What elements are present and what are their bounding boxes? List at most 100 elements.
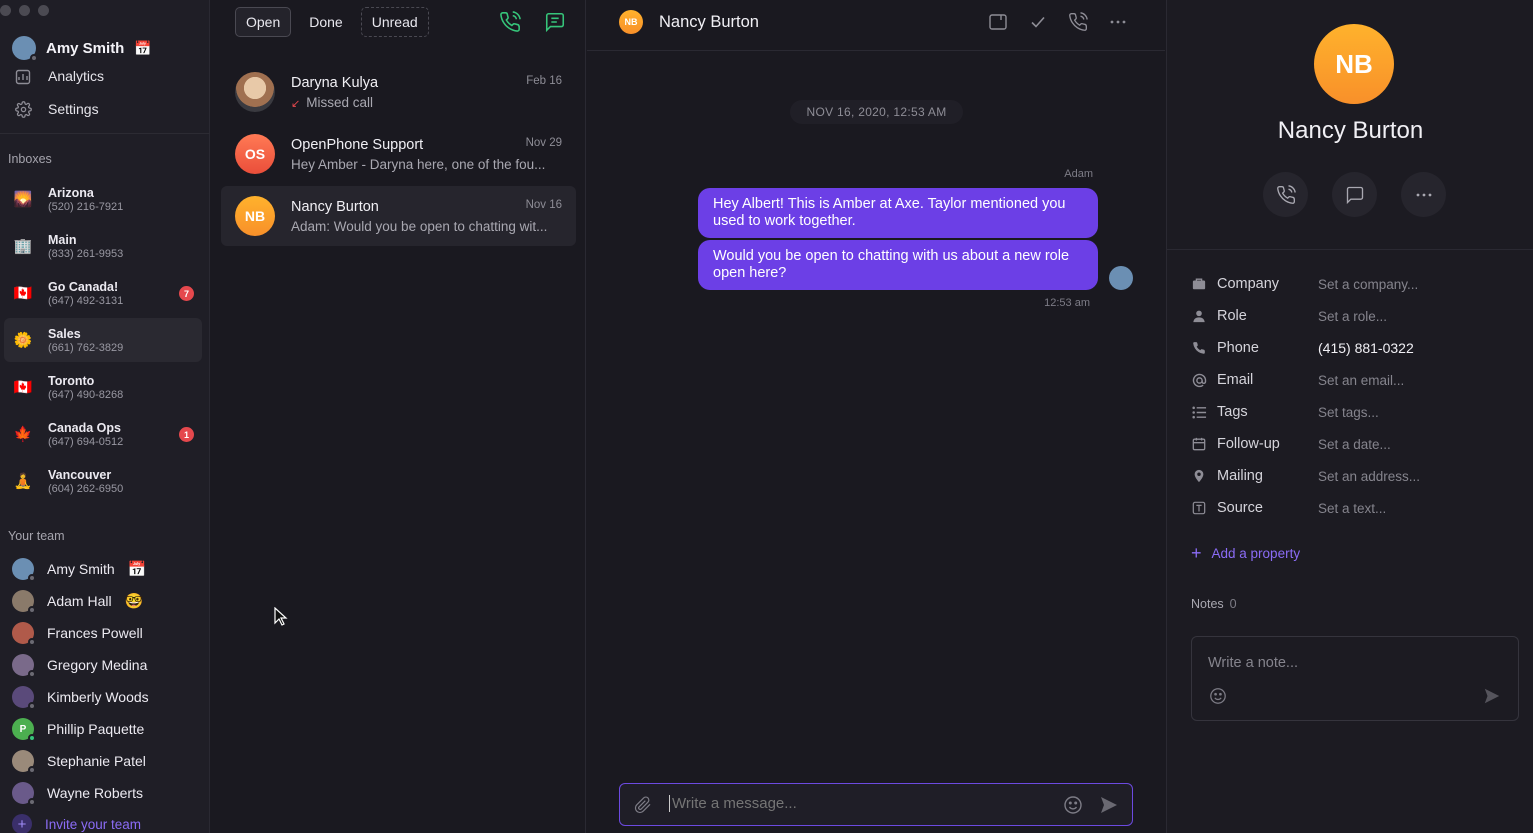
contact-property-row[interactable]: Phone (415) 881-0322 [1191,340,1414,356]
conversation-text: Daryna Kulya ↙ Missed call [291,75,556,110]
add-property-button[interactable]: + Add a property [1191,543,1300,564]
more-options-icon[interactable] [1108,12,1128,32]
briefcase-icon [1191,276,1207,292]
tab-done[interactable]: Done [299,7,352,37]
contact-call-button[interactable] [1263,172,1308,217]
inbox-item[interactable]: 🇨🇦 Go Canada! (647) 492-3131 7 [4,271,202,315]
status-indicator [28,638,36,646]
inbox-name: Sales [48,326,81,341]
contact-property-row[interactable]: Follow-up Set a date... [1191,436,1391,452]
zoom-window-button[interactable] [38,5,49,16]
team-member[interactable]: Amy Smith 📅 [12,558,146,582]
conversation-item[interactable]: OS OpenPhone Support Hey Amber - Daryna he… [221,124,576,184]
nav-settings[interactable]: Settings [14,100,99,118]
inbox-item[interactable]: 🏢 Main (833) 261-9953 [4,224,202,268]
property-label: Role [1217,308,1247,324]
contact-message-button[interactable] [1332,172,1377,217]
minimize-window-button[interactable] [19,5,30,16]
property-value[interactable]: Set tags... [1318,405,1379,420]
nav-analytics[interactable]: Analytics [14,68,104,86]
tab-open[interactable]: Open [235,7,292,37]
nav-settings-label: Settings [48,101,99,117]
team-member-name: Stephanie Patel [47,753,146,769]
inbox-item[interactable]: 🌼 Sales (661) 762-3829 [4,318,202,362]
contact-property-row[interactable]: Role Set a role... [1191,308,1387,324]
property-value[interactable]: Set an email... [1318,373,1404,388]
call-icon[interactable] [1068,12,1088,32]
chart-icon [14,68,32,86]
contact-property-row[interactable]: Company Set a company... [1191,276,1418,292]
team-heading: Your team [8,529,65,543]
property-value[interactable]: (415) 881-0322 [1318,340,1414,356]
team-member[interactable]: Adam Hall 🤓 [12,590,143,614]
attachment-icon[interactable] [634,795,654,815]
conversation-date: Nov 16 [525,199,562,211]
avatar [12,750,36,774]
contact-property-row[interactable]: Tags Set tags... [1191,404,1379,420]
message-bubble[interactable]: Hey Albert! This is Amber at Axe. Taylor… [698,188,1098,238]
inbox-emoji-icon: 🏢 [13,238,33,255]
conversation-name: OpenPhone Support [291,136,424,153]
team-member[interactable]: Kimberly Woods [12,686,149,710]
team-member[interactable]: P Phillip Paquette [12,718,144,742]
contact-more-button[interactable] [1401,172,1446,217]
inbox-emoji-icon: 🇨🇦 [13,379,33,396]
note-input-box[interactable]: Write a note... [1191,636,1519,721]
new-message-button[interactable] [544,11,566,33]
contact-property-row[interactable]: Mailing Set an address... [1191,468,1420,484]
avatar [12,36,38,62]
notes-heading: Notes 0 [1191,597,1237,611]
avatar [12,654,36,678]
mark-done-icon[interactable] [1028,12,1048,32]
note-input[interactable]: Write a note... [1208,655,1298,671]
team-member[interactable]: Frances Powell [12,622,143,646]
new-call-button[interactable] [499,11,521,33]
team-member[interactable]: Stephanie Patel [12,750,146,774]
invite-team-button[interactable]: + Invite your team [12,814,141,833]
unread-badge: 1 [179,427,194,442]
contact-avatar-large: NB [1314,24,1394,104]
inbox-text: Go Canada! (647) 492-3131 [48,280,123,307]
emoji-icon[interactable] [1209,687,1227,705]
property-value[interactable]: Set a company... [1318,277,1418,292]
conversation-item[interactable]: Daryna Kulya ↙ Missed call Feb 16 [221,62,576,122]
contact-avatar[interactable]: NB [619,10,643,34]
invite-team-label: Invite your team [45,816,142,832]
inbox-item[interactable]: 🇨🇦 Toronto (647) 490-8268 [4,365,202,409]
property-value[interactable]: Set a date... [1318,437,1391,452]
divider [0,133,210,134]
contact-property-row[interactable]: Source Set a text... [1191,500,1386,516]
message-bubble[interactable]: Would you be open to chatting with us ab… [698,240,1098,290]
tab-unread[interactable]: Unread [360,7,429,37]
contact-panel-icon[interactable] [988,12,1008,32]
send-icon[interactable] [1099,795,1119,815]
inbox-item[interactable]: 🌄 Arizona (520) 216-7921 [4,177,202,221]
add-property-label: Add a property [1211,546,1301,561]
team-member[interactable]: Gregory Medina [12,654,147,678]
conversation-preview-text: Adam: Would you be open to chatting wit.… [291,218,548,234]
chat-title[interactable]: Nancy Burton [659,13,759,32]
property-value[interactable]: Set a role... [1318,309,1387,324]
team-member-name: Amy Smith [47,561,115,577]
close-window-button[interactable] [0,5,11,16]
filter-tabs: Open Done Unread [235,7,429,37]
inbox-phone: (647) 490-8268 [48,388,124,401]
inbox-name: Go Canada! [48,279,119,294]
current-user[interactable]: Amy Smith 📅 [12,36,152,62]
contact-property-row[interactable]: Email Set an email... [1191,372,1404,388]
property-value[interactable]: Set an address... [1318,469,1420,484]
team-member[interactable]: Wayne Roberts [12,782,143,806]
property-value[interactable]: Set a text... [1318,501,1386,516]
message-input[interactable] [669,795,1049,812]
emoji-icon[interactable] [1063,795,1083,815]
send-icon[interactable] [1483,687,1501,705]
contact-name[interactable]: Nancy Burton [1167,117,1533,145]
window-controls [0,5,49,16]
avatar: OS [235,134,275,174]
divider [1167,249,1533,250]
inbox-item[interactable]: 🧘 Vancouver (604) 262-6950 [4,459,202,503]
inbox-item[interactable]: 🍁 Canada Ops (647) 694-0512 1 [4,412,202,456]
current-user-name: Amy Smith [46,39,125,57]
inbox-text: Arizona (520) 216-7921 [48,186,123,213]
conversation-item[interactable]: NB Nancy Burton Adam: Would you be open to… [221,186,576,246]
